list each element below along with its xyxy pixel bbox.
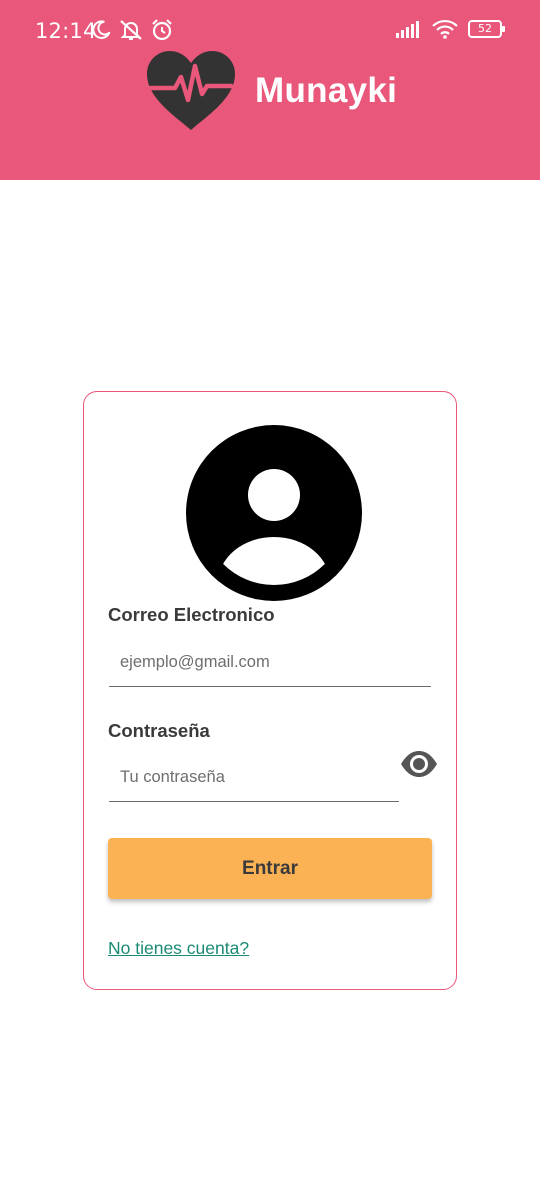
email-label: Correo Electronico bbox=[108, 604, 275, 625]
user-avatar-icon bbox=[186, 425, 362, 601]
eye-icon[interactable] bbox=[399, 748, 439, 780]
app-header: 12:14 52 Munayki bbox=[0, 0, 540, 180]
status-icons-right: 52 bbox=[396, 19, 505, 39]
password-input[interactable] bbox=[109, 754, 399, 802]
email-input[interactable] bbox=[109, 639, 431, 687]
moon-icon bbox=[92, 20, 111, 39]
wifi-icon bbox=[432, 19, 458, 39]
login-card: Correo Electronico Contraseña Entrar No … bbox=[83, 391, 457, 990]
status-icons-left bbox=[88, 18, 174, 42]
battery-icon: 52 bbox=[468, 20, 505, 38]
alarm-icon bbox=[152, 19, 172, 41]
signal-icon bbox=[396, 21, 419, 38]
login-button[interactable]: Entrar bbox=[108, 838, 432, 899]
app-name: Munayki bbox=[255, 71, 398, 110]
brand: Munayki bbox=[145, 50, 397, 132]
signup-link[interactable]: No tienes cuenta? bbox=[108, 938, 249, 959]
notifications-muted-icon bbox=[120, 20, 142, 40]
password-label: Contraseña bbox=[108, 720, 210, 741]
heart-pulse-icon bbox=[147, 51, 235, 130]
